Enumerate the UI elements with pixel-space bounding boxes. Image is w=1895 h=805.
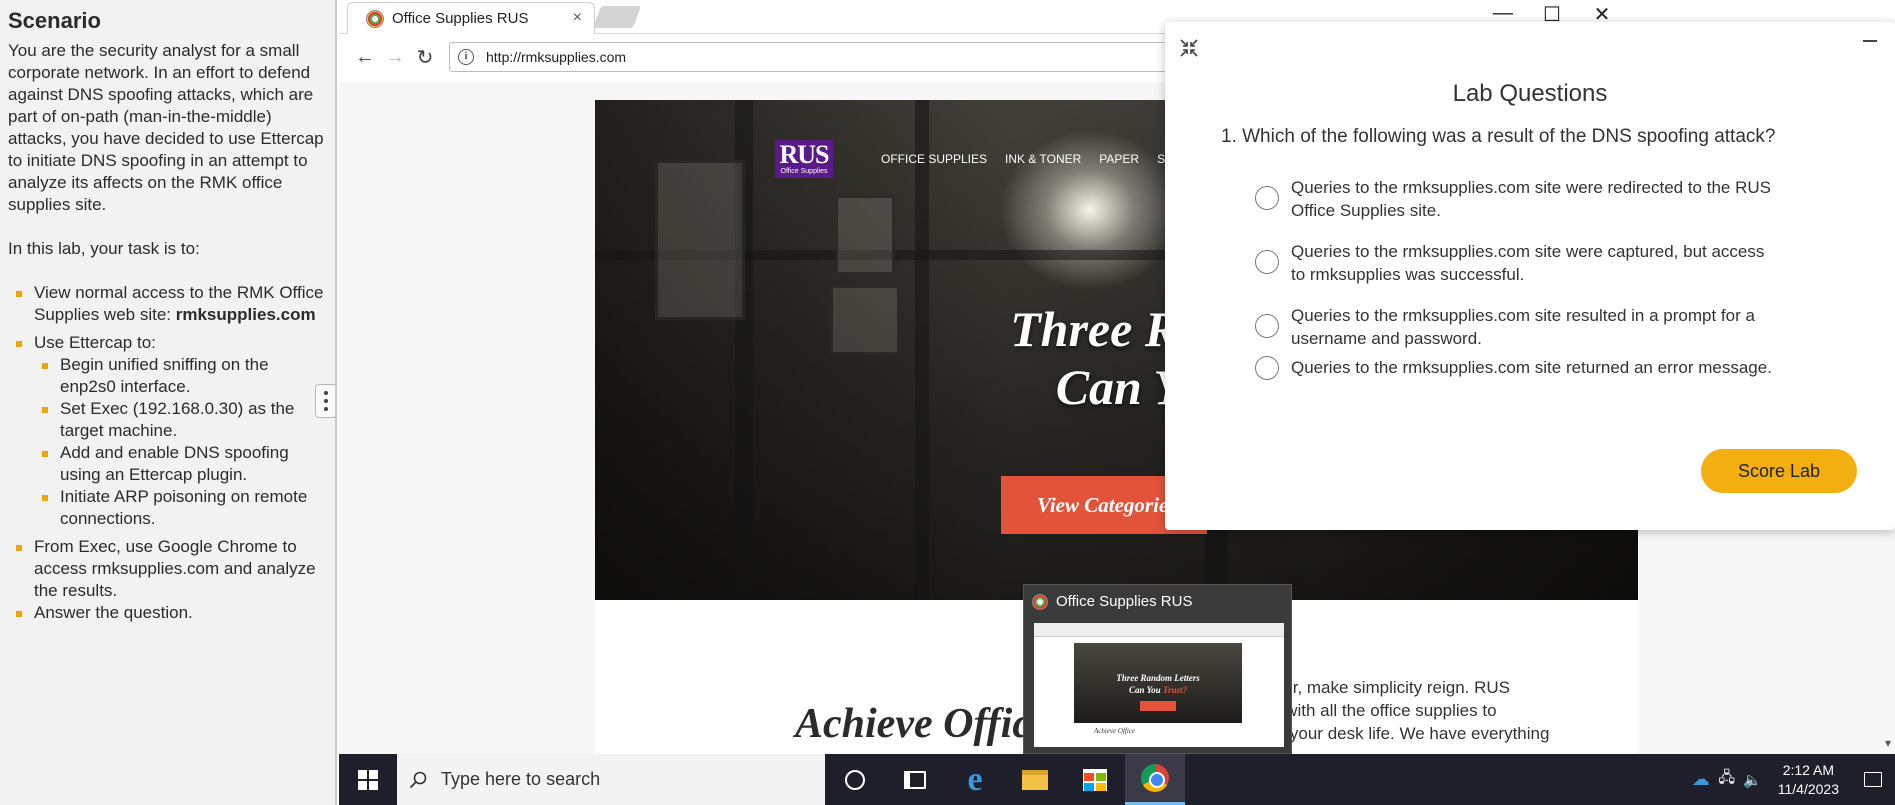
answer-option[interactable]: Queries to the rmksupplies.com site were… (1255, 176, 1775, 222)
answer-option-text: Queries to the rmksupplies.com site were… (1291, 242, 1765, 284)
task-item: View normal access to the RMK Office Sup… (16, 282, 327, 326)
scenario-title: Scenario (8, 8, 101, 33)
info-icon[interactable]: i (458, 49, 474, 65)
clock-time: 2:12 AM (1782, 761, 1835, 778)
subtask-item: Initiate ARP poisoning on remote connect… (42, 486, 327, 530)
site-paragraph-line: wer, make simplicity reign. RUS (1271, 678, 1511, 697)
answer-option[interactable]: Queries to the rmksupplies.com site were… (1255, 240, 1775, 286)
task-list: View normal access to the RMK Office Sup… (8, 282, 327, 624)
site-paragraph-line: u with all the office supplies to (1271, 701, 1497, 720)
site-paragraph-line: to your desk life. We have everything (1271, 724, 1550, 743)
answer-option[interactable]: Queries to the rmksupplies.com site retu… (1255, 356, 1775, 380)
subtask-item: Set Exec (192.168.0.30) as the target ma… (42, 398, 327, 442)
preview-thumbnail: Three Random Letters Can You Trust? Achi… (1034, 623, 1284, 747)
taskbar-search-box[interactable]: Type here to search (397, 754, 825, 805)
task-item: Use Ettercap to: Begin unified sniffing … (16, 332, 327, 530)
task-item: From Exec, use Google Chrome to access r… (16, 536, 327, 602)
radio-button[interactable] (1255, 314, 1279, 338)
answer-option-text: Queries to the rmksupplies.com site resu… (1291, 306, 1755, 348)
task-intro: In this lab, your task is to: (8, 239, 200, 258)
edge-icon[interactable]: e (945, 754, 1005, 805)
subtask-item: Begin unified sniffing on the enp2s0 int… (42, 354, 327, 398)
achieve-heading: Achieve Office (795, 701, 1050, 747)
tab-close-icon[interactable]: × (573, 9, 582, 27)
collapse-icon[interactable] (1179, 38, 1201, 60)
windows-taskbar: Type here to search e ☁ 🖧 🔈 2:12 AM 11/4… (339, 754, 1895, 805)
start-button[interactable] (339, 754, 397, 805)
site-nav-item[interactable]: PAPER (1099, 152, 1139, 166)
answer-option-text: Queries to the rmksupplies.com site retu… (1291, 358, 1772, 377)
tab-title: Office Supplies RUS (392, 10, 529, 27)
site-nav-item[interactable]: INK & TONER (1005, 152, 1081, 166)
browser-tab[interactable]: Office Supplies RUS × (347, 2, 595, 34)
system-tray: ☁ 🖧 🔈 2:12 AM 11/4/2023 (1688, 754, 1895, 805)
answer-option[interactable]: Queries to the rmksupplies.com site resu… (1255, 304, 1775, 350)
search-placeholder: Type here to search (441, 769, 601, 789)
reload-icon[interactable]: ↻ (411, 43, 439, 71)
radio-button[interactable] (1255, 250, 1279, 274)
clock[interactable]: 2:12 AM 11/4/2023 (1766, 761, 1851, 799)
volume-icon[interactable]: 🔈 (1740, 754, 1766, 805)
address-bar[interactable]: i http://rmksupplies.com (449, 42, 1209, 72)
site-nav: OFFICE SUPPLIES INK & TONER PAPER ST (881, 152, 1190, 166)
preview-title: Office Supplies RUS (1024, 585, 1291, 618)
file-explorer-icon[interactable] (1005, 754, 1065, 805)
site-favicon-icon (366, 9, 384, 28)
url-text: http://rmksupplies.com (486, 49, 627, 65)
clock-date: 11/4/2023 (1777, 780, 1839, 797)
site-name: rmksupplies.com (175, 305, 316, 324)
notification-center-icon[interactable] (1851, 754, 1895, 805)
chrome-icon[interactable] (1125, 754, 1185, 805)
task-item: Answer the question. (16, 602, 327, 624)
task-view-icon[interactable] (885, 754, 945, 805)
cortana-icon[interactable] (825, 754, 885, 805)
back-arrow-icon[interactable]: ← (351, 43, 379, 71)
onedrive-cloud-icon[interactable]: ☁ (1688, 754, 1714, 805)
lab-title: Lab Questions (1452, 80, 1608, 107)
scroll-down-arrow-icon[interactable]: ▾ (1885, 736, 1891, 750)
scenario-panel: Scenario You are the security analyst fo… (0, 0, 337, 805)
radio-button[interactable] (1255, 186, 1279, 210)
answer-option-text: Queries to the rmksupplies.com site were… (1291, 178, 1771, 220)
panel-resize-handle[interactable] (315, 384, 335, 418)
subtask-item: Add and enable DNS spoofing using an Ett… (42, 442, 327, 486)
lab-questions-dialog: Lab Questions 1. Which of the following … (1165, 22, 1895, 530)
scenario-intro: You are the security analyst for a small… (8, 41, 324, 214)
radio-button[interactable] (1255, 356, 1279, 380)
subtask-list: Begin unified sniffing on the enp2s0 int… (34, 354, 327, 530)
rus-logo[interactable]: RUS Office Supplies (775, 140, 833, 178)
taskbar-thumbnail-preview[interactable]: Office Supplies RUS Three Random Letters… (1023, 584, 1292, 754)
windows-logo-icon (358, 769, 378, 790)
question-text: 1. Which of the following was a result o… (1221, 126, 1776, 147)
forward-arrow-icon[interactable]: → (381, 43, 409, 71)
search-icon (409, 771, 427, 788)
score-lab-button[interactable]: Score Lab (1701, 449, 1857, 493)
new-tab-button[interactable] (592, 6, 642, 28)
store-icon[interactable] (1065, 754, 1125, 805)
site-nav-item[interactable]: OFFICE SUPPLIES (881, 152, 987, 166)
network-icon[interactable]: 🖧 (1714, 754, 1740, 805)
site-favicon-icon (1032, 593, 1048, 610)
minimize-icon[interactable] (1863, 30, 1881, 42)
